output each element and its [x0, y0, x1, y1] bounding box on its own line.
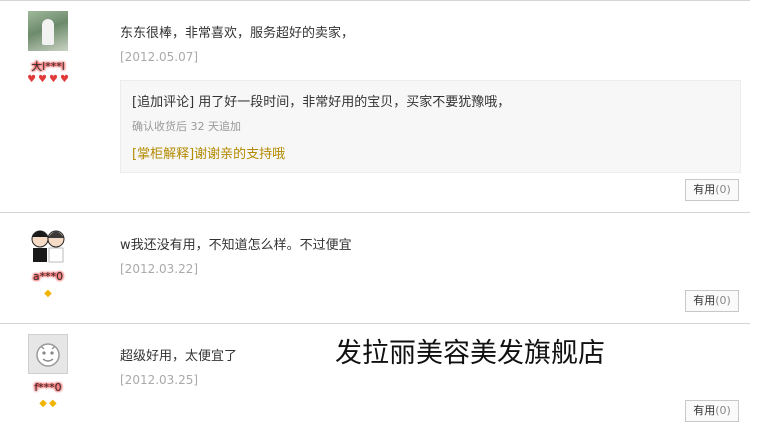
useful-count: (0)	[715, 404, 731, 417]
review-date: [2012.03.25]	[120, 373, 199, 387]
useful-label: 有用	[693, 294, 716, 307]
review-text: 东东很棒，非常喜欢，服务超好的卖家，	[120, 26, 355, 41]
heart-icon: ♥	[49, 74, 58, 85]
append-review-meta: 确认收货后 32 天追加	[132, 120, 241, 133]
diamond-icon: ◆	[44, 288, 52, 299]
useful-label: 有用	[693, 183, 716, 196]
diamond-icon: ◆	[39, 398, 47, 409]
review-item: 大l***l ♥ ♥ ♥ ♥ 东东很棒，非常喜欢，服务超好的卖家， [2012.05.…	[0, 0, 750, 213]
buyer-rank-badges: ♥ ♥ ♥ ♥	[20, 75, 76, 85]
review-date: [2012.03.22]	[120, 262, 199, 276]
review-text: 超级好用，太便宜了	[120, 349, 238, 364]
useful-button[interactable]: 有用(0)	[685, 290, 739, 312]
review-date: [2012.05.07]	[120, 50, 199, 64]
buyer-nickname[interactable]: a***0	[12, 270, 84, 283]
heart-icon: ♥	[38, 74, 47, 85]
useful-label: 有用	[693, 404, 716, 417]
heart-icon: ♥	[27, 74, 37, 85]
append-review-text: [追加评论] 用了好一段时间，非常好用的宝贝，买家不要犹豫哦，	[132, 95, 511, 110]
review-item: a***0 ◆ w我还没有用，不知道怎么样。不过便宜 [2012.03.22] …	[0, 212, 750, 324]
useful-button[interactable]: 有用(0)	[685, 179, 739, 201]
useful-count: (0)	[715, 183, 731, 196]
review-text: w我还没有用，不知道怎么样。不过便宜	[120, 238, 352, 253]
diamond-icon: ◆	[49, 398, 57, 409]
avatar[interactable]	[28, 11, 68, 51]
buyer-nickname[interactable]: 大l***l	[12, 58, 84, 74]
default-avatar[interactable]	[28, 334, 68, 374]
buyer-nickname[interactable]: f***0	[12, 381, 84, 394]
store-name-watermark: 发拉丽美容美发旗舰店	[335, 338, 605, 369]
useful-count: (0)	[715, 294, 731, 307]
buyer-rank-badges: ◆	[20, 289, 76, 299]
heart-icon: ♥	[59, 74, 69, 85]
append-review-box: [追加评论] 用了好一段时间，非常好用的宝贝，买家不要犹豫哦， 确认收货后 32…	[120, 80, 741, 173]
seller-reply: [掌柜解释]谢谢亲的支持哦	[132, 147, 286, 162]
avatar[interactable]	[28, 223, 68, 263]
useful-button[interactable]: 有用(0)	[685, 400, 739, 422]
buyer-rank-badges: ◆ ◆	[20, 399, 76, 409]
